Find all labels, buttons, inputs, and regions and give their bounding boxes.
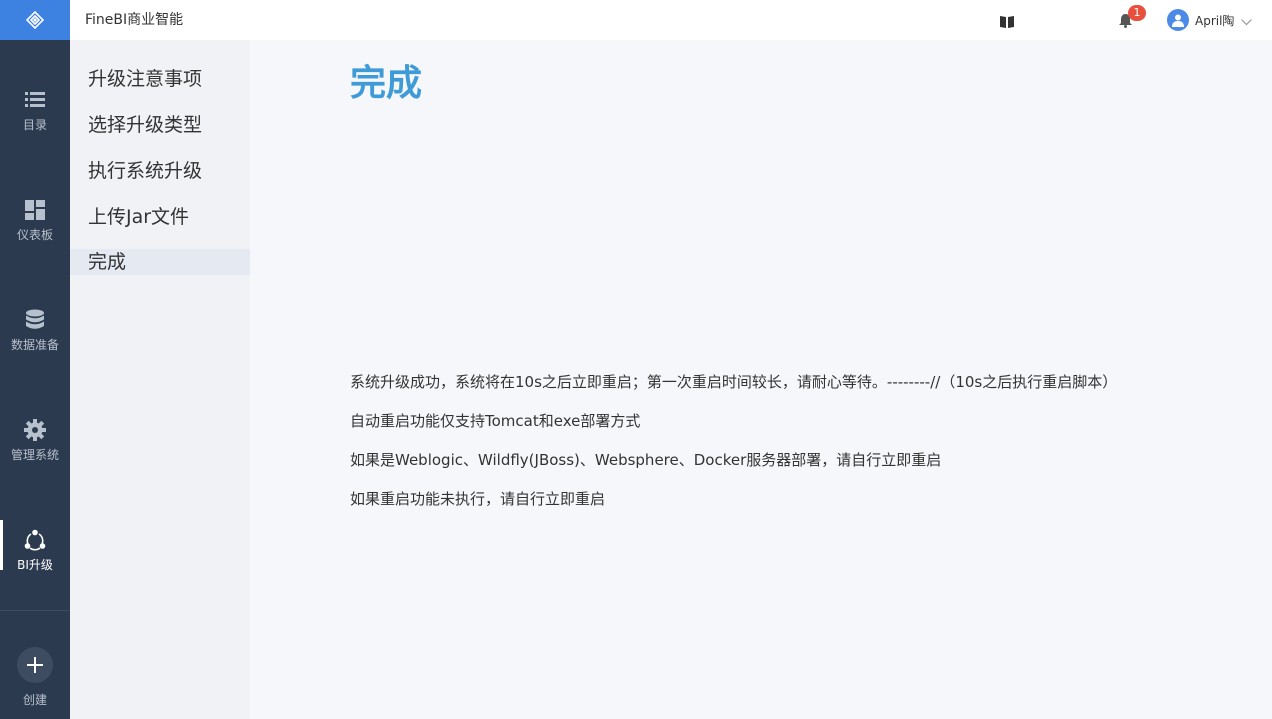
nav-item-catalog[interactable]: 目录 bbox=[0, 55, 70, 165]
nav-item-label: 仪表板 bbox=[16, 228, 53, 242]
main-content: 完成 系统升级成功，系统将在10s之后立即重启；第一次重启时间较长，请耐心等待。… bbox=[250, 40, 1272, 719]
notification-badge: 1 bbox=[1128, 5, 1146, 21]
step-select-type[interactable]: 选择升级类型 bbox=[70, 112, 250, 138]
create-button[interactable]: 创建 bbox=[0, 640, 70, 708]
status-message-manual-servers: 如果是Weblogic、Wildfly(JBoss)、Websphere、Doc… bbox=[350, 451, 942, 469]
app-title: FineBI商业智能 bbox=[85, 12, 184, 28]
logo-icon bbox=[25, 10, 45, 30]
nav-item-bi-upgrade[interactable]: BI升级 bbox=[0, 495, 70, 605]
help-book-icon[interactable] bbox=[1000, 13, 1014, 32]
nav-item-label: BI升级 bbox=[17, 558, 53, 572]
nav-item-label: 数据准备 bbox=[10, 338, 59, 352]
nav-item-dashboard[interactable]: 仪表板 bbox=[0, 165, 70, 275]
app-logo[interactable] bbox=[0, 0, 70, 40]
step-upload-jar[interactable]: 上传Jar文件 bbox=[70, 204, 250, 230]
step-upgrade-notes[interactable]: 升级注意事项 bbox=[70, 66, 250, 92]
nav-item-label: 管理系统 bbox=[10, 448, 59, 462]
avatar bbox=[1167, 9, 1189, 31]
user-name: April陶 bbox=[1195, 13, 1235, 28]
nav-divider bbox=[0, 610, 70, 611]
nav-item-management[interactable]: 管理系统 bbox=[0, 385, 70, 495]
database-icon bbox=[23, 308, 47, 332]
nav-item-label: 目录 bbox=[22, 118, 47, 132]
step-execute-upgrade[interactable]: 执行系统升级 bbox=[70, 158, 250, 184]
status-message-success: 系统升级成功，系统将在10s之后立即重启；第一次重启时间较长，请耐心等待。---… bbox=[350, 373, 1118, 391]
plus-icon bbox=[17, 647, 53, 683]
user-menu[interactable]: April陶 bbox=[1167, 9, 1253, 31]
status-message-fallback: 如果重启功能未执行，请自行立即重启 bbox=[350, 490, 606, 508]
gear-icon bbox=[23, 418, 47, 442]
chevron-down-icon bbox=[1241, 11, 1253, 30]
nav-item-data-prep[interactable]: 数据准备 bbox=[0, 275, 70, 385]
top-bar: FineBI商业智能 1 April陶 bbox=[70, 0, 1272, 40]
upgrade-steps-panel: 升级注意事项 选择升级类型 执行系统升级 上传Jar文件 完成 bbox=[70, 40, 250, 719]
upgrade-icon bbox=[23, 528, 47, 552]
left-nav: 目录 仪表板 数据准备 管理系统 BI升级 创建 bbox=[0, 0, 70, 719]
dashboard-icon bbox=[23, 198, 47, 222]
list-icon bbox=[23, 88, 47, 112]
page-title: 完成 bbox=[350, 63, 423, 104]
create-label: 创建 bbox=[22, 693, 47, 707]
step-complete[interactable]: 完成 bbox=[70, 249, 250, 275]
user-icon bbox=[1172, 14, 1184, 27]
status-message-auto-restart: 自动重启功能仅支持Tomcat和exe部署方式 bbox=[350, 412, 641, 430]
